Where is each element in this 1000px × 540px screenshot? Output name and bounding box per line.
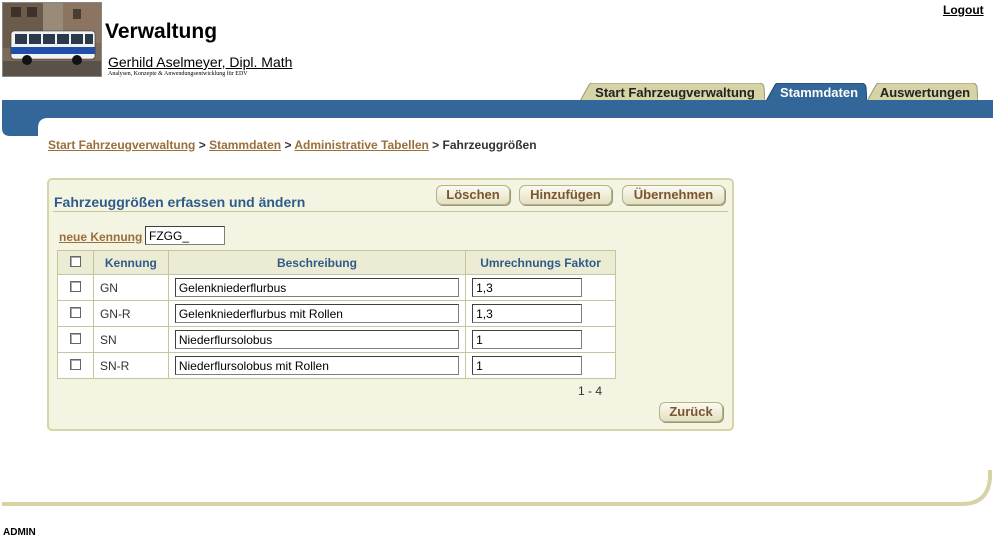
row-select-cell <box>57 300 94 327</box>
faktor-input[interactable]: 1,3 <box>472 304 583 323</box>
kennung-cell: GN <box>92 274 169 301</box>
table-row: GN Gelenkniederflurbus 1,3 <box>57 274 616 301</box>
new-kennung-input[interactable] <box>145 226 225 245</box>
column-header-beschreibung: Beschreibung <box>167 250 467 275</box>
kennung-cell: SN <box>92 326 169 353</box>
company-name: Gerhild Aselmeyer, Dipl. Math <box>108 54 293 70</box>
row-select-cell <box>57 352 94 379</box>
faktor-cell: 1 <box>465 326 616 353</box>
row-checkbox[interactable] <box>69 332 81 344</box>
fahrzeuggroessen-table: Kennung Beschreibung Umrechnungs Faktor … <box>57 250 616 379</box>
tab-label: Stammdaten <box>779 85 859 100</box>
faktor-cell: 1,3 <box>465 274 616 301</box>
kennung-cell: SN-R <box>92 352 169 379</box>
beschreibung-input[interactable]: Niederflursolobus <box>174 330 460 349</box>
tab-label: Start Fahrzeugverwaltung <box>595 85 755 100</box>
panel-title: Fahrzeuggrößen erfassen und ändern <box>54 194 306 210</box>
current-user-label: ADMIN <box>3 527 36 538</box>
footer-line <box>2 470 992 506</box>
row-select-cell <box>57 326 94 353</box>
faktor-input[interactable]: 1 <box>472 356 583 375</box>
select-all-checkbox[interactable] <box>69 255 81 267</box>
tab-label: Auswertungen <box>879 85 971 100</box>
apply-button[interactable]: Übernehmen <box>622 185 725 205</box>
app-title: Verwaltung <box>105 20 218 43</box>
beschreibung-cell: Niederflursolobus <box>167 326 467 353</box>
beschreibung-cell: Niederflursolobus mit Rollen <box>167 352 467 379</box>
table-row: GN-R Gelenkniederflurbus mit Rollen 1,3 <box>57 300 616 327</box>
breadcrumb-current: Fahrzeuggrößen <box>442 138 537 152</box>
breadcrumb-separator: > <box>284 138 292 152</box>
row-checkbox[interactable] <box>69 358 81 370</box>
header-bar <box>2 100 993 136</box>
new-kennung-label[interactable]: neue Kennung <box>59 230 142 244</box>
beschreibung-input[interactable]: Gelenkniederflurbus <box>174 278 460 297</box>
faktor-input[interactable]: 1 <box>472 330 583 349</box>
breadcrumb-link-administrative-tabellen[interactable]: Administrative Tabellen <box>294 138 428 152</box>
breadcrumb-link-stammdaten[interactable]: Stammdaten <box>209 138 281 152</box>
kennung-cell: GN-R <box>92 300 169 327</box>
faktor-cell: 1,3 <box>465 300 616 327</box>
faktor-input[interactable]: 1,3 <box>472 278 583 297</box>
row-select-cell <box>57 274 94 301</box>
column-header-faktor: Umrechnungs Faktor <box>465 250 616 275</box>
beschreibung-cell: Gelenkniederflurbus mit Rollen <box>167 300 467 327</box>
select-all-cell <box>57 250 94 275</box>
row-checkbox[interactable] <box>69 306 81 318</box>
bus-photo-icon <box>3 3 101 76</box>
beschreibung-input[interactable]: Niederflursolobus mit Rollen <box>174 356 460 375</box>
beschreibung-cell: Gelenkniederflurbus <box>167 274 467 301</box>
breadcrumb-separator: > <box>432 138 440 152</box>
table-header-row: Kennung Beschreibung Umrechnungs Faktor <box>57 250 616 275</box>
pager-range: 1 - 4 <box>578 384 603 398</box>
faktor-cell: 1 <box>465 352 616 379</box>
row-checkbox[interactable] <box>69 280 81 292</box>
logo-bus-image <box>2 2 102 77</box>
breadcrumb: Start Fahrzeugverwaltung > Stammdaten > … <box>48 138 537 152</box>
company-tagline: Analysen, Konzepte & Anwendungsentwicklu… <box>108 71 248 77</box>
beschreibung-input[interactable]: Gelenkniederflurbus mit Rollen <box>174 304 460 323</box>
column-header-kennung: Kennung <box>92 250 169 275</box>
table-row: SN-R Niederflursolobus mit Rollen 1 <box>57 352 616 379</box>
breadcrumb-separator: > <box>198 138 206 152</box>
table-row: SN Niederflursolobus 1 <box>57 326 616 353</box>
delete-button[interactable]: Löschen <box>436 185 510 205</box>
logout-link[interactable]: Logout <box>943 3 984 17</box>
back-button[interactable]: Zurück <box>659 402 723 422</box>
breadcrumb-link-start[interactable]: Start Fahrzeugverwaltung <box>48 138 195 152</box>
panel-divider <box>53 211 728 212</box>
add-button[interactable]: Hinzufügen <box>519 185 612 205</box>
fahrzeuggroessen-panel: Fahrzeuggrößen erfassen und ändern Lösch… <box>47 178 734 431</box>
